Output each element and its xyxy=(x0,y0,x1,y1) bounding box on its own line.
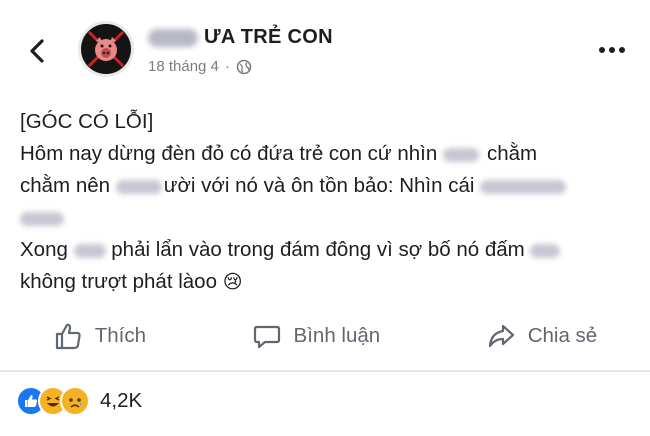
post-body: [GÓC CÓ LỖI] Hôm nay dừng đèn đỏ có đứa … xyxy=(20,106,620,299)
share-button[interactable]: Chia sẻ xyxy=(486,321,598,351)
redacted-word xyxy=(115,179,162,194)
post-text: Xong xyxy=(20,238,74,261)
redacted-word xyxy=(480,179,567,194)
post-text: chằm nên xyxy=(20,174,116,197)
post-text: không trượt phát làoo xyxy=(20,270,223,293)
post-tag: [GÓC CÓ LỖI] xyxy=(20,110,154,133)
post-line-2: Hôm nay dừng đèn đỏ có đứa trẻ con cứ nh… xyxy=(20,138,620,170)
redacted-word xyxy=(20,211,64,226)
post-text: phải lẩn vào trong đám đông vì sợ bố nó … xyxy=(105,238,531,261)
reactions-summary[interactable]: 4,2K xyxy=(16,384,142,418)
post-line-4 xyxy=(20,202,620,234)
page-avatar[interactable] xyxy=(78,21,134,77)
like-button[interactable]: Thích xyxy=(53,321,146,351)
sad-emoji-icon: 😢 xyxy=(222,272,243,293)
post-date[interactable]: 18 tháng 4 xyxy=(148,58,219,75)
pig-logo-icon xyxy=(87,30,125,68)
sad-icon xyxy=(60,386,90,416)
globe-icon xyxy=(236,59,252,74)
redacted-name xyxy=(148,28,198,47)
post-text: chằm xyxy=(486,142,538,165)
redacted-word xyxy=(442,147,479,162)
page-name[interactable]: ƯA TRẺ CON xyxy=(204,26,333,49)
comment-button[interactable]: Bình luận xyxy=(252,321,381,351)
post-header: ƯA TRẺ CON 18 tháng 4 · xyxy=(0,0,650,100)
post-line-3: chằm nên ười với nó và ôn tồn bảo: Nhìn … xyxy=(20,170,620,202)
like-label: Thích xyxy=(94,324,147,347)
redacted-word xyxy=(530,243,561,258)
divider xyxy=(0,370,650,372)
post-line-6: không trượt phát làoo 😢 xyxy=(20,266,620,299)
more-options-button[interactable] xyxy=(596,40,628,60)
share-icon xyxy=(488,324,514,348)
more-horizontal-icon xyxy=(599,47,625,53)
post-text: Hôm nay dừng đèn đỏ có đứa trẻ con cứ nh… xyxy=(20,142,443,165)
comment-icon xyxy=(253,325,280,349)
thumbs-up-icon xyxy=(55,323,81,350)
redacted-word xyxy=(73,243,106,258)
post-line-1: [GÓC CÓ LỖI] xyxy=(20,106,620,138)
post-meta: 18 tháng 4 · xyxy=(148,58,252,75)
meta-separator: · xyxy=(224,58,230,75)
reaction-count[interactable]: 4,2K xyxy=(100,389,142,413)
action-bar: Thích Bình luận Chia sẻ xyxy=(0,312,650,360)
post-text: ười với nó và ôn tồn bảo: Nhìn cái xyxy=(163,174,481,197)
share-label: Chia sẻ xyxy=(527,324,598,347)
page-title-wrap[interactable]: ƯA TRẺ CON xyxy=(148,26,333,49)
post-line-5: Xong phải lẩn vào trong đám đông vì sợ b… xyxy=(20,234,620,266)
chevron-left-icon xyxy=(30,39,44,63)
back-button[interactable] xyxy=(22,36,52,66)
comment-label: Bình luận xyxy=(293,324,381,347)
